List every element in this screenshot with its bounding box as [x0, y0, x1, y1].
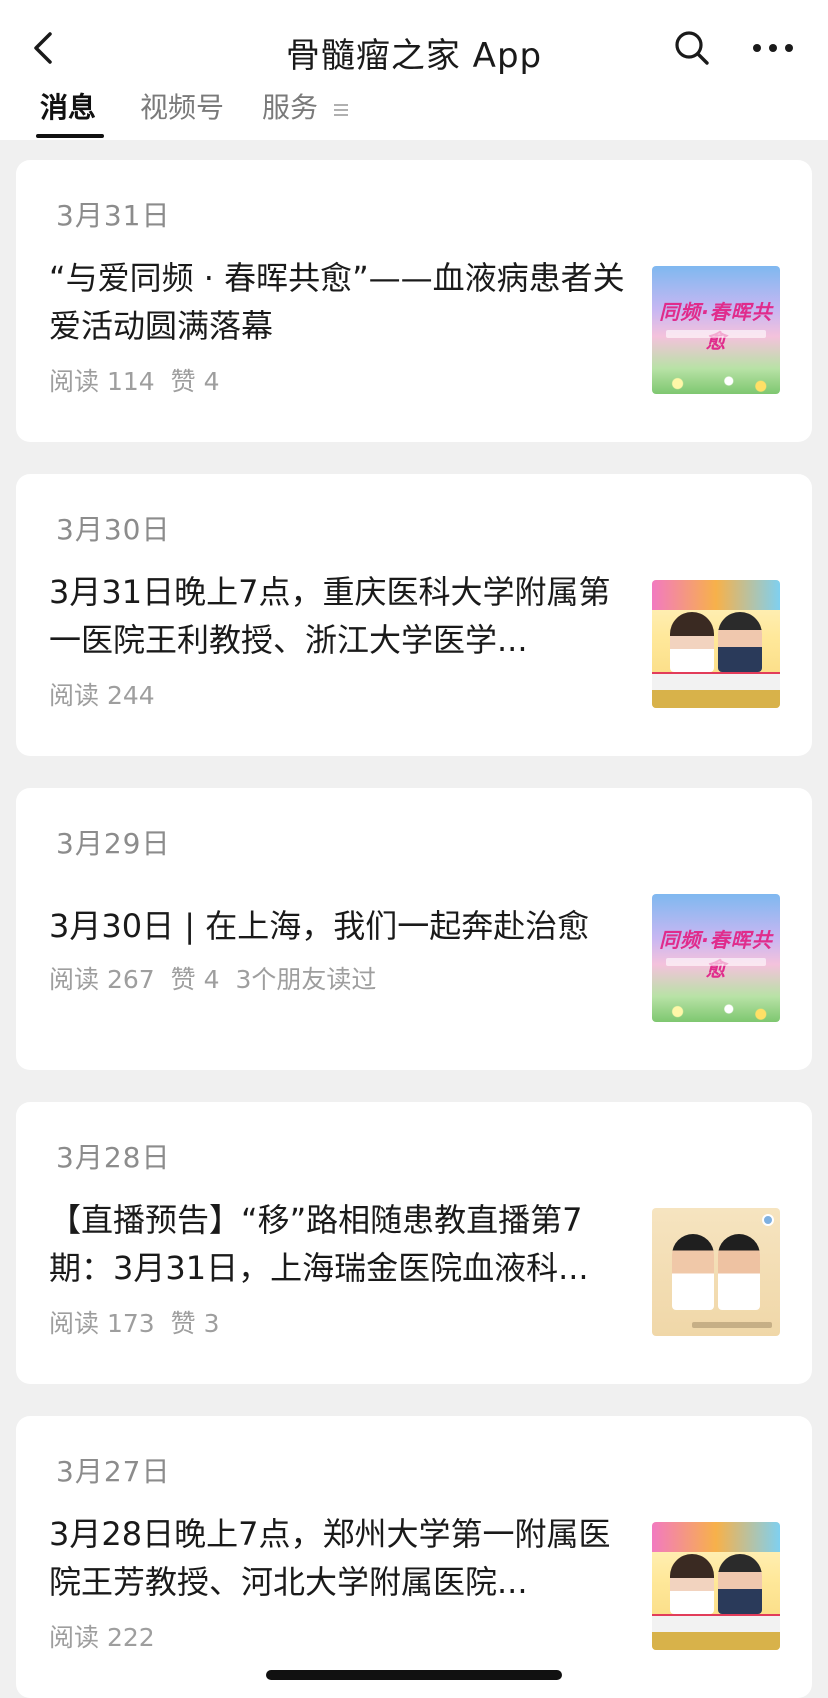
more-horizontal-icon: [753, 44, 793, 52]
article-card[interactable]: 3月28日 【直播预告】“移”路相随患教直播第7期：3月31日，上海瑞金医院血液…: [16, 1102, 812, 1384]
thumbnail-text: 同频·春晖共愈: [659, 300, 773, 353]
search-icon: [675, 31, 709, 65]
like-count: 赞 4: [170, 965, 220, 994]
article-date: 3月27日: [56, 1455, 171, 1488]
read-count: 阅读 222: [49, 1623, 155, 1652]
article-card[interactable]: 3月30日 3月31日晚上7点，重庆医科大学附属第一医院王利教授、浙江大学医学.…: [16, 474, 812, 756]
article-date: 3月29日: [56, 827, 171, 860]
article-card[interactable]: 3月29日 3月30日 | 在上海，我们一起奔赴治愈 阅读 267 赞 4 3个朋友…: [16, 788, 812, 1070]
search-button[interactable]: [672, 28, 712, 68]
tab-bar: 消息 视频号 服务: [0, 90, 828, 140]
thumbnail-text: 同频·春晖共愈: [659, 928, 773, 981]
article-meta: 阅读 114 赞 4: [49, 362, 236, 398]
article-card[interactable]: 3月31日 “与爱同频 · 春晖共愈”——血液病患者关爱活动圆满落幕 阅读 11…: [16, 160, 812, 442]
article-title[interactable]: 3月30日 | 在上海，我们一起奔赴治愈: [49, 902, 641, 950]
read-count: 阅读 244: [49, 681, 155, 710]
read-count: 阅读 114: [49, 367, 155, 396]
article-meta: 阅读 173 赞 3: [49, 1304, 236, 1340]
article-title[interactable]: 【直播预告】“移”路相随患教直播第7期：3月31日，上海瑞金医院血液科...: [49, 1196, 641, 1292]
like-count: 赞 4: [170, 367, 220, 396]
article-meta: 阅读 267 赞 4 3个朋友读过: [49, 960, 392, 996]
doctor-photo: [718, 1554, 762, 1614]
article-title[interactable]: 3月28日晚上7点，郑州大学第一附属医院王芳教授、河北大学附属医院...: [49, 1510, 641, 1606]
article-card[interactable]: 3月27日 3月28日晚上7点，郑州大学第一附属医院王芳教授、河北大学附属医院.…: [16, 1416, 812, 1698]
like-count: 赞 3: [170, 1309, 220, 1338]
doctor-photo: [718, 612, 762, 672]
doctor-photo: [672, 1234, 714, 1310]
article-date: 3月30日: [56, 513, 171, 546]
doctor-photo: [670, 612, 714, 672]
tab-messages[interactable]: 消息: [40, 90, 96, 140]
article-title[interactable]: “与爱同频 · 春晖共愈”——血液病患者关爱活动圆满落幕: [49, 254, 641, 350]
read-count: 阅读 267: [49, 965, 155, 994]
article-thumbnail[interactable]: 同频·春晖共愈: [652, 266, 780, 394]
tab-services[interactable]: 服务: [262, 90, 318, 140]
nav-bar: 骨髓瘤之家 App: [0, 18, 828, 78]
article-date: 3月28日: [56, 1141, 171, 1174]
active-tab-indicator: [36, 134, 104, 138]
doctor-photo: [718, 1234, 760, 1310]
home-indicator[interactable]: [266, 1670, 562, 1680]
app-header: 骨髓瘤之家 App 消息 视频号 服务: [0, 0, 828, 140]
article-date: 3月31日: [56, 199, 171, 232]
article-thumbnail[interactable]: [652, 1208, 780, 1336]
article-thumbnail[interactable]: [652, 1522, 780, 1650]
article-meta: 阅读 244: [49, 676, 171, 712]
tab-channels[interactable]: 视频号: [140, 90, 224, 140]
article-thumbnail[interactable]: 同频·春晖共愈: [652, 894, 780, 1022]
article-meta: 阅读 222: [49, 1618, 171, 1654]
article-thumbnail[interactable]: [652, 580, 780, 708]
read-count: 阅读 173: [49, 1309, 155, 1338]
more-button[interactable]: [748, 28, 798, 68]
article-title[interactable]: 3月31日晚上7点，重庆医科大学附属第一医院王利教授、浙江大学医学...: [49, 568, 641, 664]
friends-read: 3个朋友读过: [235, 965, 377, 994]
doctor-photo: [670, 1554, 714, 1614]
menu-lines-icon[interactable]: [334, 104, 348, 116]
